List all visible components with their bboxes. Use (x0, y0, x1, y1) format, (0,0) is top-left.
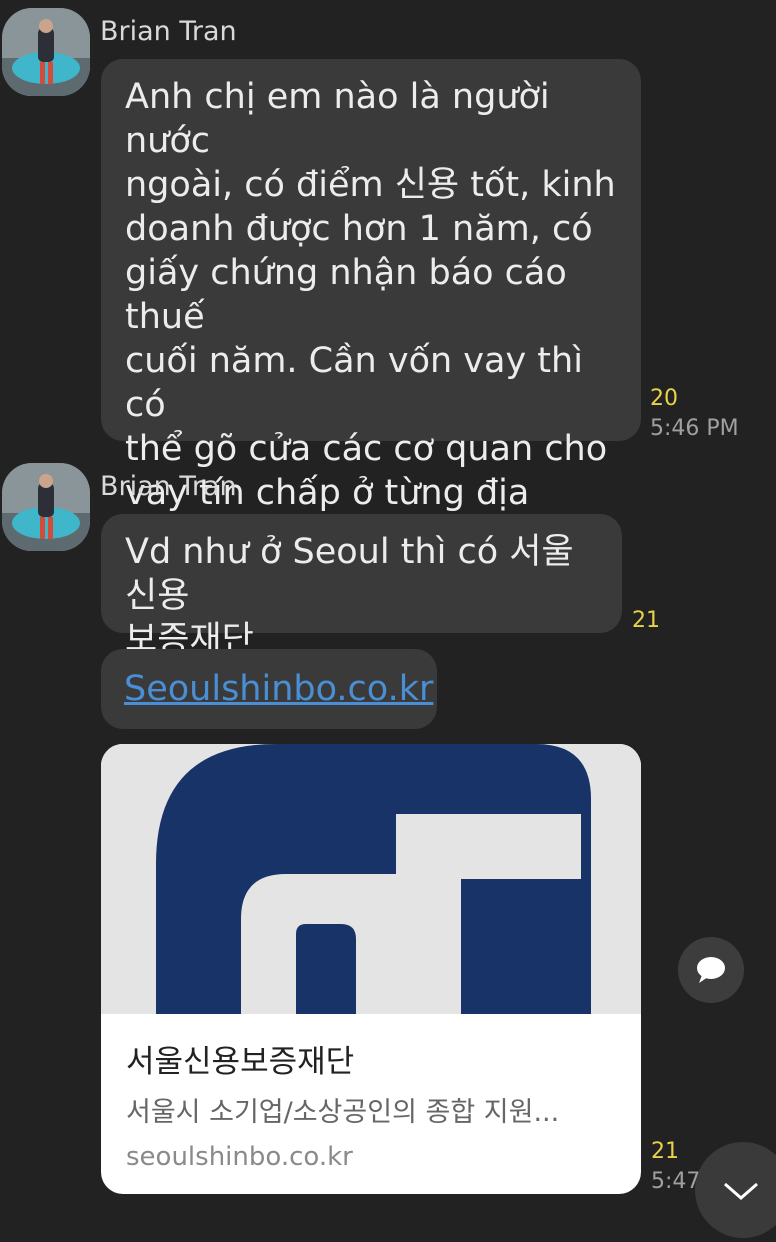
avatar-image (2, 8, 90, 96)
speech-bubble-icon (697, 957, 725, 983)
avatar-image (2, 463, 90, 551)
unread-count: 21 (651, 1139, 679, 1164)
avatar[interactable] (2, 8, 90, 96)
sender-name: Brian Tran (100, 471, 237, 502)
link-preview-description: 서울시 소기업/소상공인의 종합 지원... (126, 1097, 560, 1128)
message-time: 5:46 PM (650, 416, 739, 441)
message-text: Vd như ở Seoul thì có 서울신용 보증재단 (125, 532, 574, 660)
seoulshinbo-logo-icon (101, 744, 641, 1014)
avatar[interactable] (2, 463, 90, 551)
link-preview-url: seoulshinbo.co.kr (126, 1142, 353, 1172)
link-preview-card[interactable]: 서울신용보증재단 서울시 소기업/소상공인의 종합 지원... seoulshi… (101, 744, 641, 1194)
message-bubble[interactable]: Anh chị em nào là người nước ngoài, có đ… (101, 59, 641, 557)
link-preview-image (101, 744, 641, 1014)
scroll-down-button[interactable] (695, 1142, 776, 1238)
unread-count: 20 (650, 386, 678, 411)
message-bubble[interactable]: Vd như ở Seoul thì có 서울신용 보증재단 (101, 514, 622, 660)
link-url[interactable]: Seoulshinbo.co.kr (124, 669, 433, 709)
unread-count: 21 (632, 608, 660, 633)
share-button[interactable] (678, 937, 744, 1003)
sender-name: Brian Tran (100, 16, 237, 47)
chevron-down-icon (724, 1182, 758, 1200)
link-bubble[interactable]: Seoulshinbo.co.kr (101, 649, 437, 729)
link-preview-title: 서울신용보증재단 (126, 1044, 355, 1080)
